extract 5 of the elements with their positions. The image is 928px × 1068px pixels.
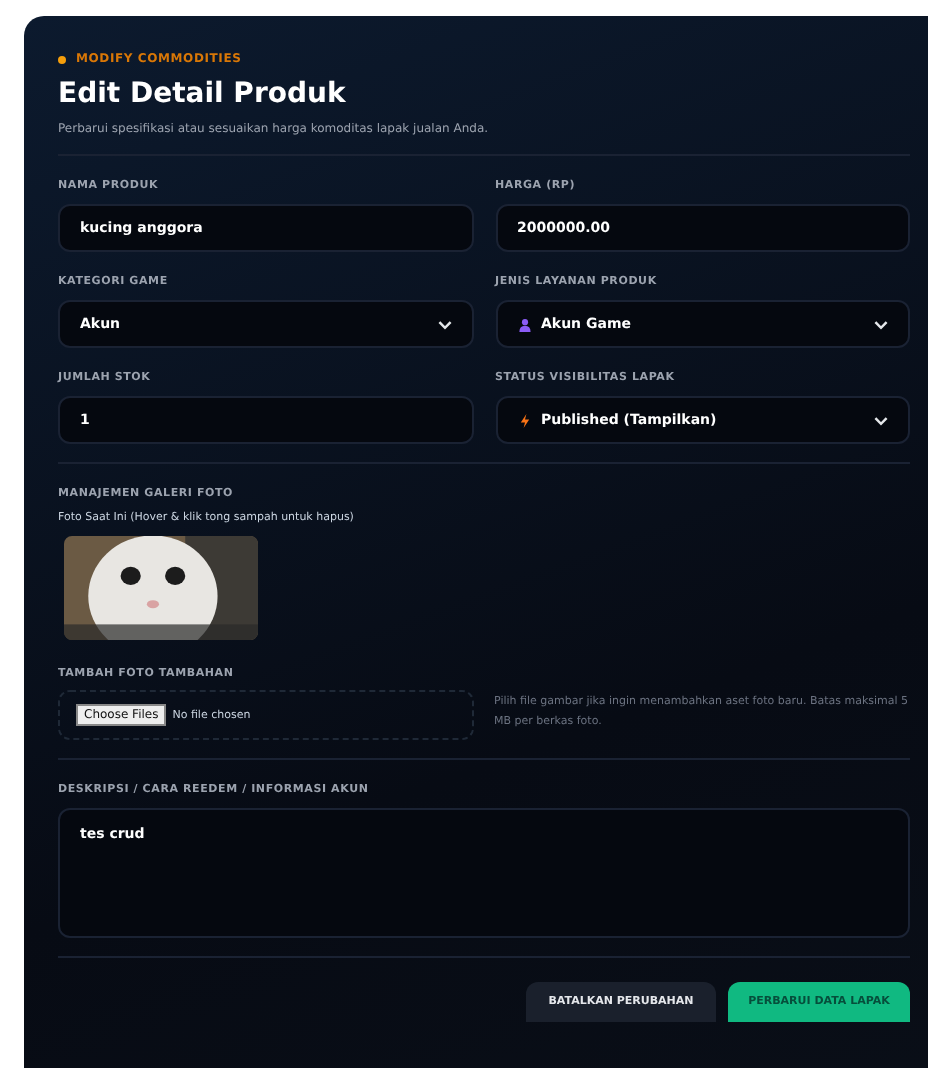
page-title: Edit Detail Produk	[58, 76, 348, 114]
chevron-down-icon	[874, 319, 888, 329]
chevron-down-icon	[437, 319, 451, 329]
chevron-down-icon	[874, 415, 888, 425]
dot-icon	[58, 55, 66, 63]
